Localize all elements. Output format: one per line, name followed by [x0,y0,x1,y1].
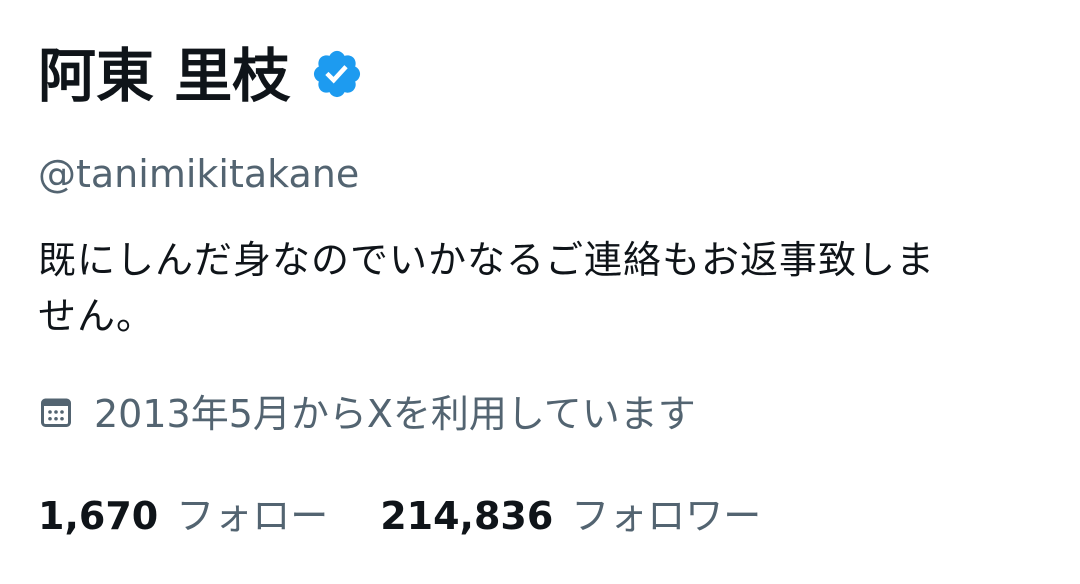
name-row: 阿東 里枝 [38,36,364,116]
following-link[interactable]: 1,670 フォロー [38,485,328,540]
calendar-icon [38,394,94,434]
followers-link[interactable]: 214,836 フォロワー [380,485,761,540]
verified-badge-icon[interactable] [290,47,364,105]
user-handle: @tanimikitakane [38,152,360,196]
bio-line: せん。 [38,294,156,338]
bio: 既にしんだ身なのでいかなるご連絡もお返事致しま せん。 [38,232,1038,344]
followers-count: 214,836 [380,493,554,538]
display-name: 阿東 里枝 [38,42,291,110]
followers-label: フォロワー [571,493,762,538]
following-count: 1,670 [38,493,159,538]
join-date-text: 2013年5月からXを利用しています [94,392,696,436]
following-label: フォロー [176,493,329,538]
join-date-row: 2013年5月からXを利用しています [38,386,696,442]
follow-stats: 1,670 フォロー 214,836 フォロワー [38,482,761,542]
bio-line: 既にしんだ身なのでいかなるご連絡もお返事致しま [38,238,936,282]
